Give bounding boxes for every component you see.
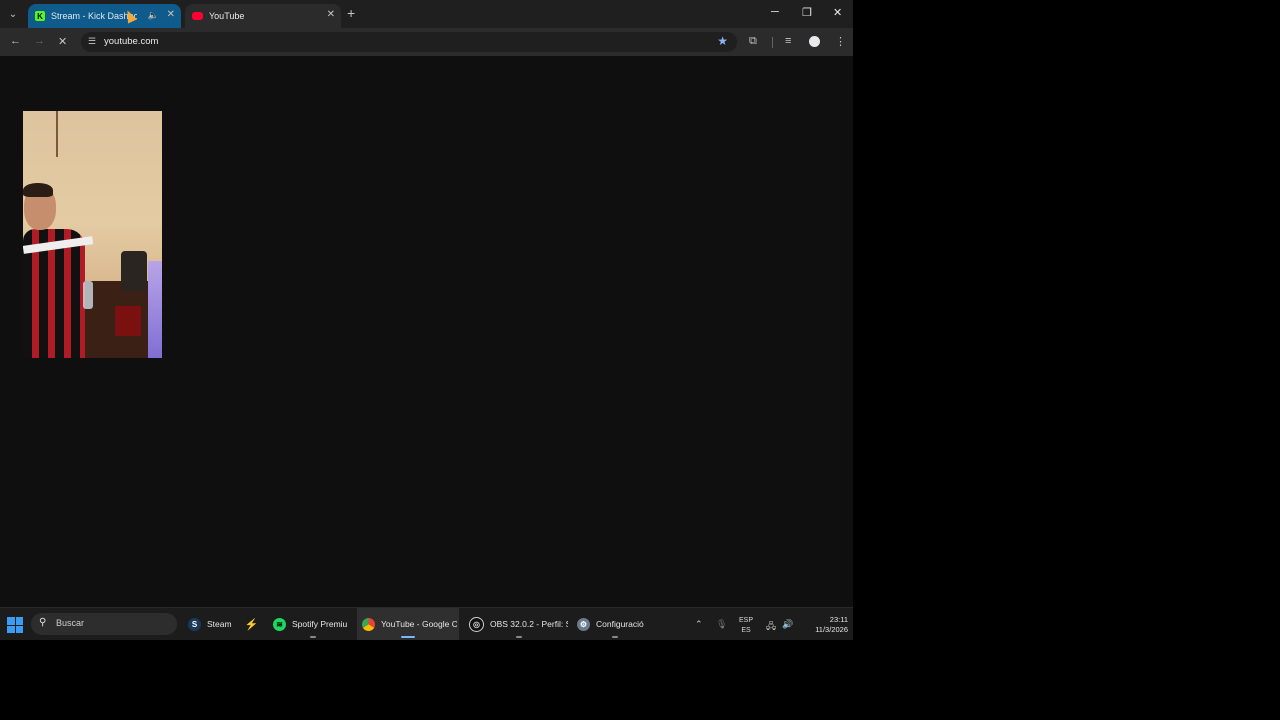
- volume-icon[interactable]: 🔊: [782, 619, 793, 630]
- webcam-bottle: [83, 281, 93, 309]
- tab-close-button[interactable]: ✕: [167, 9, 175, 20]
- webcam-rgb-light: [148, 261, 162, 358]
- settings-icon: ⚙: [577, 617, 590, 631]
- active-indicator: [401, 636, 415, 638]
- address-bar[interactable]: ☰ youtube.com ★: [81, 32, 737, 52]
- chevron-up-icon[interactable]: ⌃: [695, 619, 703, 630]
- keyboard-layout: ES: [741, 627, 751, 634]
- taskbar-app-label: YouTube - Google Cl: [381, 619, 457, 629]
- toolbar-divider: [772, 37, 773, 48]
- close-window-button[interactable]: ✕: [833, 6, 842, 19]
- taskbar-app-label: OBS 32.0.2 - Perfil: Si: [490, 619, 568, 629]
- taskbar-search[interactable]: ⚲ Buscar: [31, 613, 177, 635]
- url-text[interactable]: youtube.com: [104, 36, 158, 47]
- site-info-icon[interactable]: ☰: [88, 36, 96, 47]
- more-menu-icon[interactable]: ⋮: [835, 35, 846, 48]
- webcam-microphone: [121, 251, 147, 291]
- language-indicator[interactable]: ESP ES: [739, 616, 753, 636]
- webcam-person-hair: [23, 183, 53, 197]
- taskbar-app-settings[interactable]: ⚙ Configuració: [574, 608, 655, 640]
- taskbar-app-steam[interactable]: S Steam: [184, 608, 238, 640]
- restore-button[interactable]: ❐: [802, 6, 812, 19]
- stop-loading-icon[interactable]: ✕: [58, 35, 67, 48]
- youtube-icon: [192, 12, 203, 20]
- forward-icon[interactable]: →: [34, 35, 45, 47]
- chrome-icon: [362, 617, 375, 631]
- tab-strip: ⌄ K Stream - Kick Dashboard 🔈 ✕ YouTube …: [0, 0, 853, 28]
- windows-start-icon[interactable]: [7, 617, 23, 633]
- taskbar-app-flash[interactable]: ⚡: [242, 608, 265, 640]
- browser-window: ⌄ K Stream - Kick Dashboard 🔈 ✕ YouTube …: [0, 0, 853, 640]
- running-indicator: [611, 636, 618, 638]
- back-icon[interactable]: ←: [10, 35, 21, 47]
- running-indicator: [309, 636, 316, 638]
- running-indicator: [515, 636, 522, 638]
- profile-avatar[interactable]: [809, 36, 820, 47]
- obs-icon: ◎: [469, 616, 484, 632]
- taskbar-app-obs[interactable]: ◎ OBS 32.0.2 - Perfil: Si: [466, 608, 571, 640]
- bookmark-star-icon[interactable]: ★: [717, 34, 728, 48]
- taskbar-app-label: Steam: [207, 619, 232, 629]
- media-controls-icon[interactable]: ≡: [785, 35, 791, 47]
- clock-time: 23:11: [829, 615, 848, 624]
- language-code: ESP: [739, 617, 754, 624]
- tab-close-button[interactable]: ✕: [327, 9, 335, 20]
- clock[interactable]: 23:11 11/3/2026: [796, 615, 848, 635]
- new-tab-button[interactable]: +: [347, 6, 355, 20]
- speaker-icon[interactable]: 🔈: [148, 10, 159, 21]
- minimize-button[interactable]: ─: [771, 6, 779, 18]
- taskbar-app-spotify[interactable]: ≋ Spotify Premiu: [270, 608, 355, 640]
- tab-search-button[interactable]: ⌄: [5, 6, 21, 22]
- chevron-down-icon: ⌄: [8, 8, 18, 20]
- kick-icon: K: [35, 11, 45, 21]
- spotify-icon: ≋: [273, 617, 286, 631]
- tab-kick-dashboard[interactable]: K Stream - Kick Dashboard 🔈 ✕: [28, 4, 181, 28]
- search-placeholder: Buscar: [56, 618, 85, 628]
- webcam-cord: [56, 111, 58, 157]
- steam-icon: S: [188, 617, 201, 631]
- microphone-icon[interactable]: 🎙: [716, 619, 727, 630]
- tab-title: YouTube: [209, 11, 245, 21]
- taskbar: ⚲ Buscar S Steam ⚡ ≋ Spotify Premiu YouT…: [0, 607, 853, 640]
- network-icon[interactable]: 🖧: [766, 619, 776, 635]
- flash-icon: ⚡: [244, 618, 259, 631]
- extensions-icon[interactable]: ⧉: [749, 35, 757, 48]
- browser-toolbar: ← → ✕ ☰ youtube.com ★ ⧉ ≡ ⋮: [0, 28, 853, 56]
- tab-youtube[interactable]: YouTube ✕: [185, 4, 341, 28]
- search-icon: ⚲: [39, 617, 47, 628]
- webcam-red-light: [115, 306, 141, 336]
- taskbar-app-label: Configuració: [596, 619, 644, 629]
- webcam-overlay: [23, 111, 162, 358]
- clock-date: 11/3/2026: [815, 625, 848, 634]
- taskbar-app-label: Spotify Premiu: [292, 619, 348, 629]
- taskbar-app-chrome[interactable]: YouTube - Google Cl: [357, 608, 459, 640]
